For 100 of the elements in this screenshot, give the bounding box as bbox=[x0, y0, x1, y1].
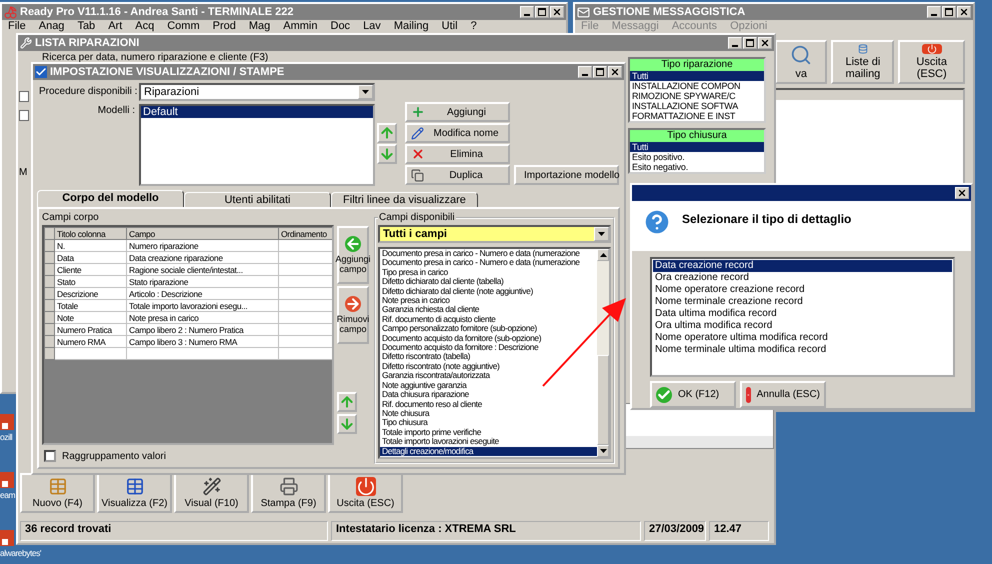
menu-item[interactable]: ? bbox=[470, 20, 477, 34]
list-item[interactable]: Totale importo prime verifiche bbox=[380, 428, 597, 438]
list-item[interactable]: Nome operatore ultima modifica record bbox=[653, 332, 952, 344]
list-item[interactable]: Difetto dichiarato dal cliente (tabella) bbox=[380, 277, 597, 287]
list-item[interactable]: Esito positivo. bbox=[630, 152, 764, 162]
tab[interactable]: Corpo del modello bbox=[37, 190, 184, 207]
list-item[interactable]: INSTALLAZIONE COMPON bbox=[630, 81, 764, 91]
menu-item[interactable]: Tab bbox=[77, 20, 96, 34]
menu-item[interactable]: Acq bbox=[135, 20, 154, 34]
toolbar-button[interactable]: Visual (F10) bbox=[174, 473, 249, 513]
menu-item[interactable]: Anag bbox=[38, 20, 64, 34]
close-button[interactable] bbox=[955, 187, 969, 199]
toolbar-button[interactable]: Liste di mailing bbox=[831, 40, 894, 84]
list-item[interactable]: Nome terminale creazione record bbox=[653, 296, 952, 308]
list-item[interactable]: Tipo presa in carico bbox=[380, 268, 597, 278]
minimize-button[interactable] bbox=[728, 37, 742, 49]
column-header[interactable]: Ordinamento bbox=[278, 228, 332, 240]
move-down-button[interactable] bbox=[337, 414, 357, 434]
close-button[interactable] bbox=[957, 6, 971, 18]
tab[interactable]: Utenti abilitati bbox=[184, 192, 331, 207]
filter-list[interactable]: Tipo riparazione Tutti INSTALLAZIONE COMPON RIMOZIONE SPYWARE/C INSTALLAZIONE SOFTWA FORMATTAZIONE E INST bbox=[628, 57, 766, 123]
list-item[interactable]: Difetto dichiarato dal cliente (note aggiuntive) bbox=[380, 286, 597, 296]
model-button[interactable]: Modifica nome bbox=[405, 123, 510, 143]
tab[interactable]: Filtri linee da visualizzare bbox=[331, 192, 478, 207]
close-button[interactable] bbox=[550, 6, 564, 18]
toolbar-button[interactable]: va bbox=[775, 40, 828, 84]
column-header[interactable]: Titolo colonna bbox=[54, 228, 126, 240]
list-item[interactable]: Campo personalizzato fornitore (sub-opzione) bbox=[380, 324, 597, 334]
shortcut-icon[interactable] bbox=[0, 472, 14, 488]
ok-button[interactable]: OK (F12) bbox=[650, 381, 736, 408]
list-item[interactable]: Totale importo lavorazioni eseguite bbox=[380, 437, 597, 447]
menu-item[interactable]: Comm bbox=[167, 20, 200, 34]
toolbar-button[interactable]: Stampa (F9) bbox=[251, 473, 326, 513]
menu-item[interactable]: File bbox=[8, 20, 26, 34]
menu-item[interactable]: Ammin bbox=[283, 20, 318, 34]
list-item[interactable]: Difetto riscontrato (tabella) bbox=[380, 352, 597, 362]
list-item[interactable]: Dettagli creazione/modifica bbox=[380, 446, 597, 456]
minimize-button[interactable] bbox=[927, 6, 941, 18]
list-item[interactable]: Ora ultima modifica record bbox=[653, 320, 952, 332]
list-item[interactable]: Data chiusura riparazione bbox=[380, 390, 597, 400]
list-item[interactable]: Tipo chiusura bbox=[380, 418, 597, 428]
model-button[interactable]: Aggiungi bbox=[405, 102, 510, 122]
list-item[interactable]: Documento presa in carico - Numero e data (numerazione bbox=[380, 258, 597, 268]
add-field-button[interactable]: Aggiungi campo bbox=[337, 226, 369, 284]
detail-list[interactable] bbox=[650, 257, 955, 377]
toolbar-button[interactable]: Uscita (ESC) bbox=[898, 40, 965, 84]
list-item[interactable]: Rif. documento reso al cliente bbox=[380, 400, 597, 409]
list-item[interactable]: INSTALLAZIONE SOFTWA bbox=[630, 101, 764, 111]
minimize-button[interactable] bbox=[520, 6, 534, 18]
available-fields-list[interactable] bbox=[378, 247, 611, 459]
shortcut-icon[interactable] bbox=[0, 530, 14, 546]
list-item[interactable]: Ora creazione record bbox=[653, 272, 952, 284]
model-button[interactable]: Elimina bbox=[405, 144, 510, 164]
menu-item[interactable]: Prod bbox=[212, 20, 236, 34]
list-item[interactable]: Tutti bbox=[630, 71, 764, 81]
list-item[interactable]: Documento acquisto da fornitore (sub-opzione) bbox=[380, 334, 597, 344]
menu-item[interactable]: Util bbox=[442, 20, 458, 34]
maximize-button[interactable] bbox=[942, 6, 956, 18]
list-item[interactable]: Documento acquisto da fornitore : Descrizione bbox=[380, 343, 597, 352]
field-filter-dropdown[interactable]: Tutti i campi bbox=[378, 225, 611, 243]
menu-item[interactable]: Mailing bbox=[394, 20, 429, 34]
list-item[interactable]: Nome operatore creazione record bbox=[653, 284, 952, 296]
move-up-button[interactable] bbox=[337, 392, 357, 412]
menu-item[interactable]: Mag bbox=[248, 20, 270, 34]
import-button[interactable]: Importazione modello bbox=[514, 165, 619, 185]
list-item[interactable]: Garanzia richiesta dal cliente bbox=[380, 305, 597, 315]
model-button[interactable]: Duplica bbox=[405, 165, 510, 185]
menu-item[interactable]: Art bbox=[108, 20, 122, 34]
move-down-button[interactable] bbox=[377, 144, 397, 164]
list-item[interactable]: FORMATTAZIONE E INST bbox=[630, 111, 764, 121]
toolbar-button[interactable]: Visualizza (F2) bbox=[97, 473, 172, 513]
minimize-button[interactable] bbox=[578, 66, 592, 78]
list-item[interactable]: Data ultima modifica record bbox=[653, 308, 952, 320]
move-up-button[interactable] bbox=[377, 123, 397, 143]
list-item[interactable]: Difetto riscontrato (note aggiuntive) bbox=[380, 362, 597, 372]
maximize-button[interactable] bbox=[593, 66, 607, 78]
remove-field-button[interactable]: Rimuovi campo bbox=[337, 286, 369, 344]
shortcut-icon[interactable] bbox=[0, 414, 14, 430]
procedure-dropdown[interactable]: Riparazioni bbox=[139, 83, 375, 101]
scrollbar[interactable] bbox=[597, 249, 609, 457]
list-item[interactable]: Nome terminale ultima modifica record bbox=[653, 344, 952, 356]
list-item[interactable]: Note presa in carico bbox=[380, 296, 597, 306]
toolbar-button[interactable]: Uscita (ESC) bbox=[328, 473, 403, 513]
toolbar-button[interactable]: Nuovo (F4) bbox=[20, 473, 95, 513]
list-item[interactable]: Data creazione record bbox=[653, 260, 952, 272]
list-item[interactable]: Documento presa in carico - Numero e data (numerazione bbox=[380, 249, 597, 258]
menu-item[interactable]: Doc bbox=[330, 20, 350, 34]
checkbox[interactable] bbox=[19, 91, 29, 102]
list-item[interactable]: Note aggiuntive garanzia bbox=[380, 380, 597, 390]
close-button[interactable] bbox=[758, 37, 772, 49]
list-item[interactable]: Note chiusura bbox=[380, 408, 597, 418]
model-list[interactable]: Default bbox=[139, 104, 375, 186]
list-item[interactable]: Rif. documento di acquisto cliente bbox=[380, 314, 597, 324]
column-header[interactable]: Campo bbox=[126, 228, 278, 240]
checkbox[interactable] bbox=[19, 110, 29, 121]
list-item[interactable]: Garanzia riscontrata/autorizzata bbox=[380, 371, 597, 381]
list-item[interactable]: Esito negativo. bbox=[630, 162, 764, 172]
maximize-button[interactable] bbox=[743, 37, 757, 49]
checkbox[interactable] bbox=[44, 450, 56, 462]
filter-list[interactable]: Tipo chiusura Tutti Esito positivo. Esito negativo. bbox=[628, 128, 766, 174]
